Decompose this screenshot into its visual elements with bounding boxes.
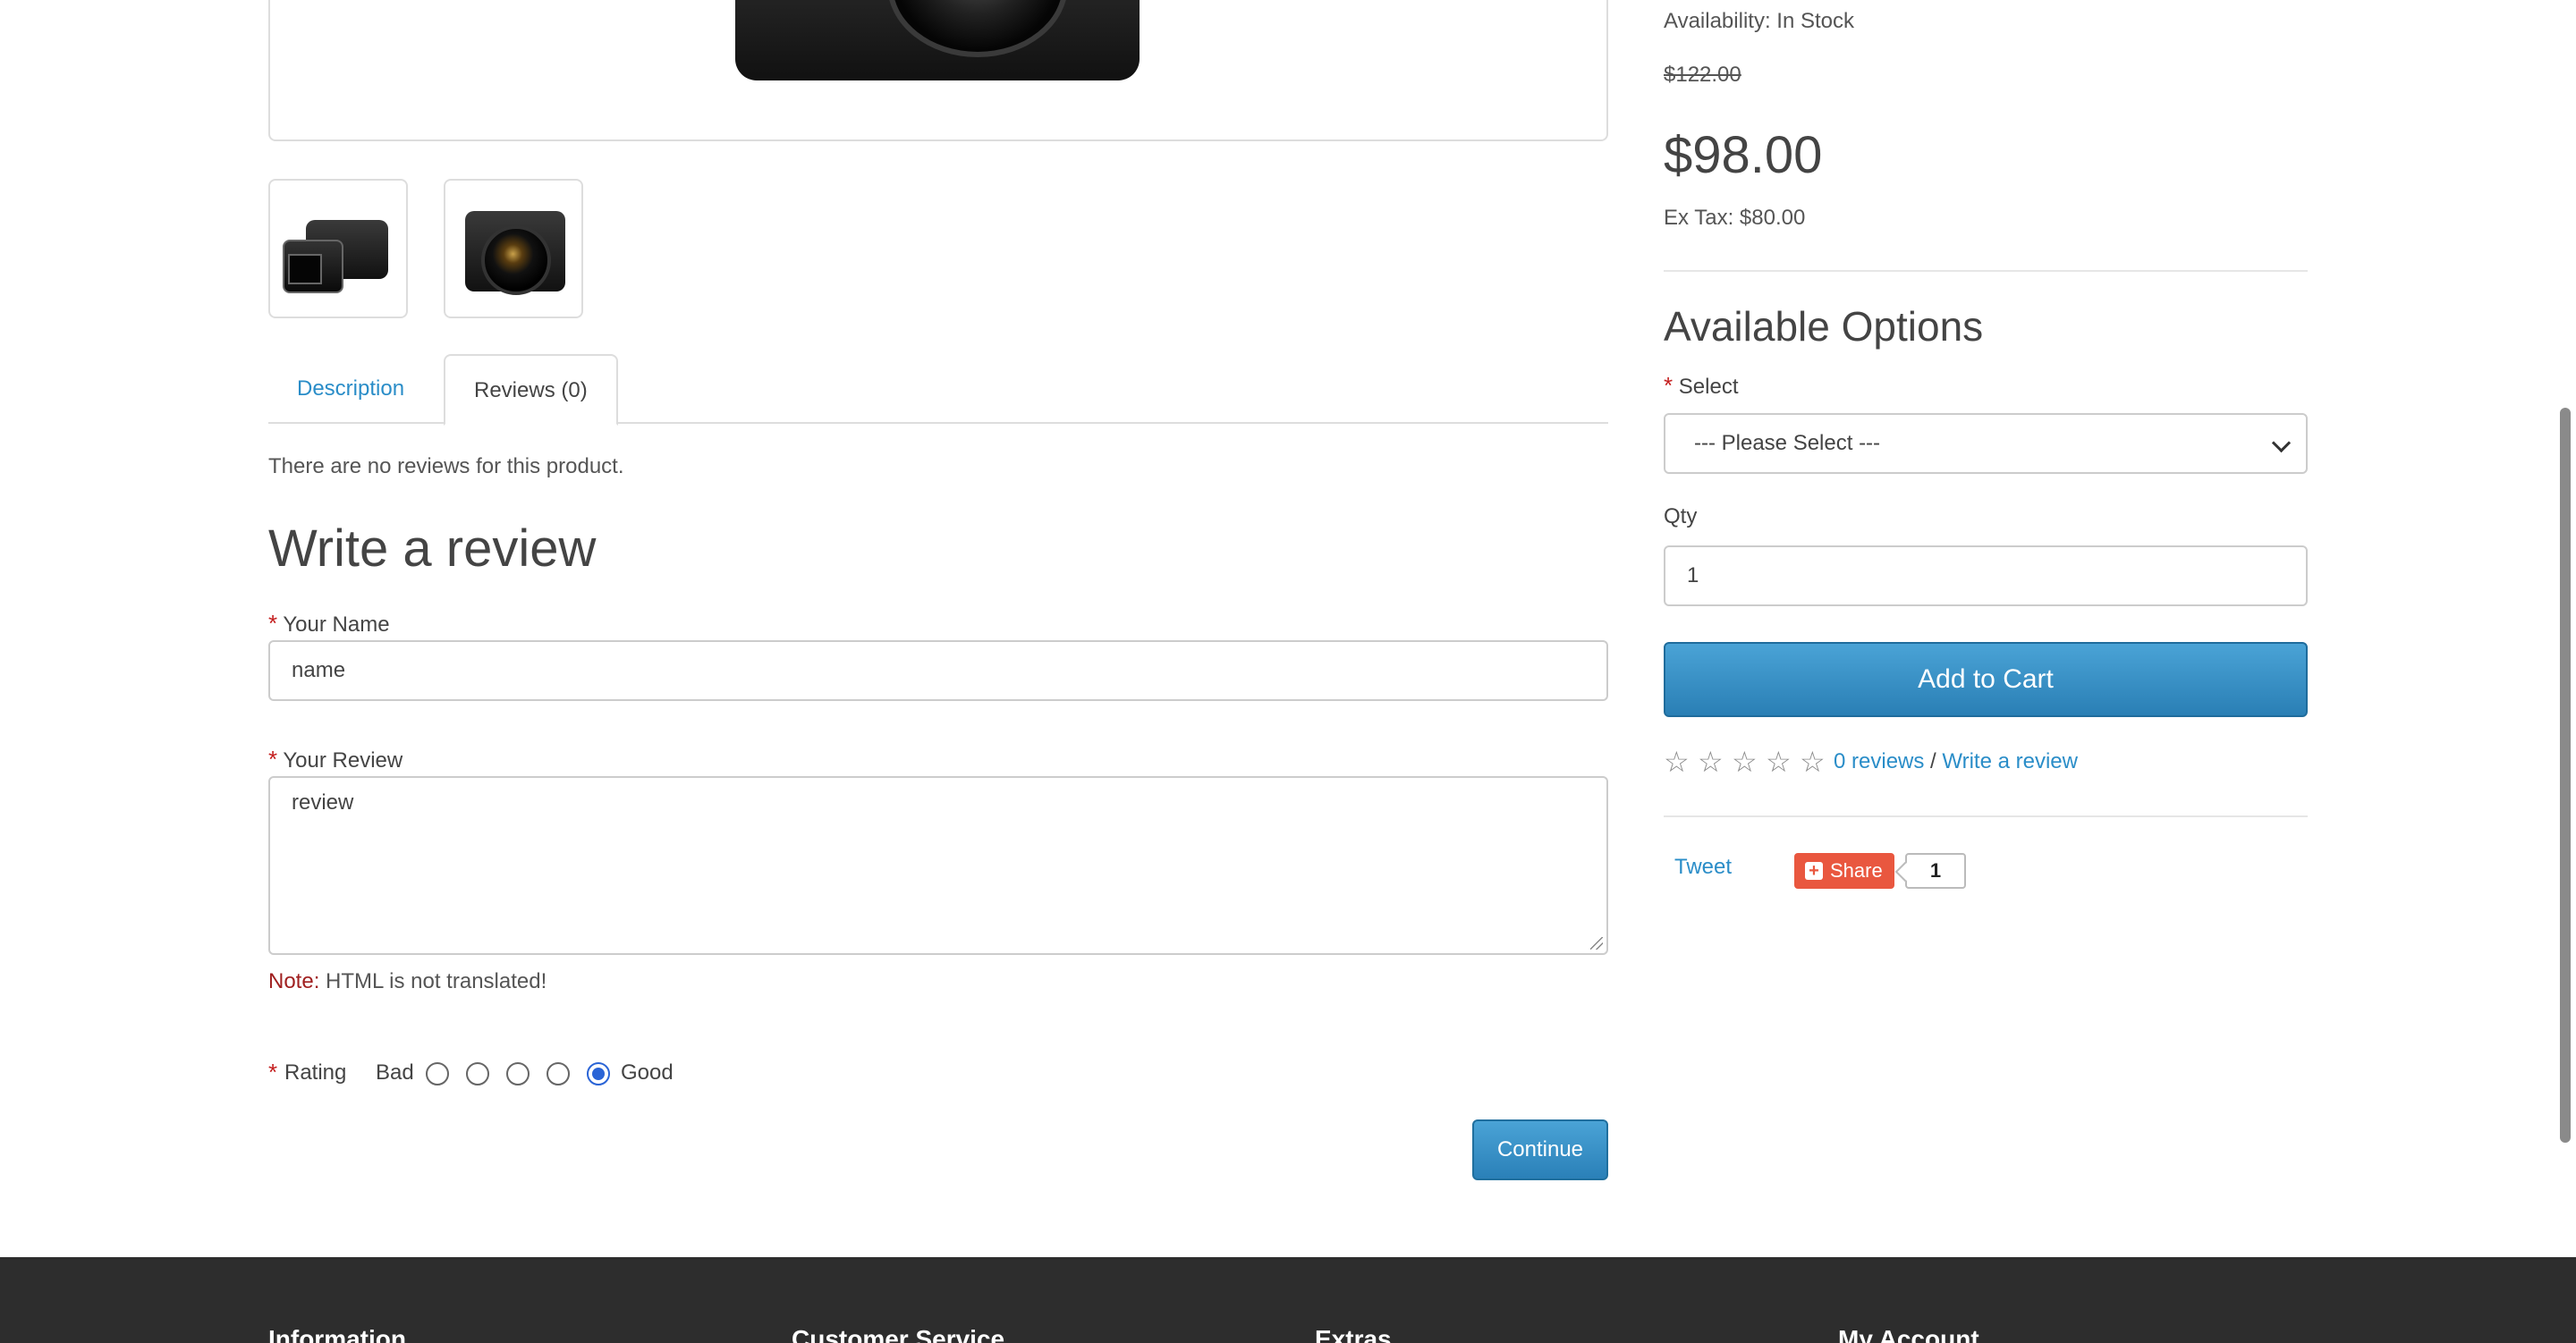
thumbnail-front-view[interactable] [444, 179, 583, 318]
rating-radio-5[interactable] [587, 1062, 610, 1085]
rating-bad-label: Bad [376, 1060, 414, 1085]
no-reviews-message: There are no reviews for this product. [268, 454, 624, 478]
note-text: HTML is not translated! [319, 969, 547, 993]
rating-label: Rating [284, 1060, 347, 1085]
review-text: review [292, 790, 354, 815]
tab-reviews[interactable]: Reviews (0) [444, 354, 618, 426]
write-review-link[interactable]: Write a review [1942, 749, 2078, 773]
chevron-down-icon [2271, 433, 2292, 453]
rating-radio-4[interactable] [547, 1062, 570, 1085]
main-product-image[interactable] [268, 0, 1608, 141]
old-price: $122.00 [1664, 63, 1741, 87]
resize-handle-icon[interactable] [1590, 937, 1603, 950]
select-label: Select [1678, 375, 1739, 399]
price: $98.00 [1664, 126, 1823, 184]
product-page: Description Reviews (0) There are no rev… [0, 0, 2576, 1343]
available-options-heading: Available Options [1664, 303, 1984, 350]
thumbnail-back-view[interactable] [268, 179, 408, 318]
option-select-value: --- Please Select --- [1694, 431, 1881, 455]
select-label-row: * Select [1664, 372, 1739, 400]
camera-screen-graphic [288, 254, 322, 284]
footer-heading-extras: Extras [1315, 1325, 1392, 1343]
required-marker: * [268, 610, 278, 637]
note-label: Note: [268, 969, 320, 993]
scrollbar-thumb[interactable] [2560, 408, 2571, 1143]
footer-heading-information: Information [268, 1325, 406, 1343]
footer-heading-customer-service: Customer Service [792, 1325, 1005, 1343]
rating-radio-1[interactable] [426, 1062, 449, 1085]
camera-lens-graphic [887, 0, 1068, 57]
ex-tax-price: Ex Tax: $80.00 [1664, 206, 1806, 230]
add-to-cart-button[interactable]: Add to Cart [1664, 642, 2308, 717]
rating-good-label: Good [621, 1060, 674, 1085]
tab-description[interactable]: Description [268, 354, 433, 424]
divider [1664, 815, 2308, 817]
rating-radio-3[interactable] [506, 1062, 530, 1085]
star-empty-icon: ☆ [1766, 746, 1792, 778]
review-label-row: * Your Review [268, 746, 402, 773]
required-marker: * [1664, 372, 1674, 399]
html-note: Note: HTML is not translated! [268, 969, 547, 994]
share-count-badge: 1 [1905, 853, 1966, 889]
product-tabs: Description Reviews (0) [268, 354, 1608, 426]
reviews-links: 0 reviews / Write a review [1834, 749, 2078, 774]
footer: Information Customer Service Extras My A… [0, 1257, 2576, 1343]
option-select[interactable]: --- Please Select --- [1664, 413, 2308, 474]
camera-image [735, 0, 1140, 80]
write-review-heading: Write a review [268, 519, 597, 578]
star-empty-icon: ☆ [1698, 746, 1724, 778]
qty-label: Qty [1664, 504, 1698, 528]
review-label: Your Review [283, 748, 403, 773]
name-label: Your Name [283, 612, 390, 637]
plus-icon: + [1805, 862, 1823, 880]
share-button[interactable]: + Share [1794, 853, 1894, 889]
required-marker: * [268, 746, 278, 773]
availability-text: Availability: In Stock [1664, 9, 1854, 33]
link-separator: / [1930, 749, 1936, 773]
name-input[interactable]: name [268, 640, 1608, 701]
tweet-button[interactable]: Tweet [1674, 855, 1732, 880]
reviews-count-link[interactable]: 0 reviews [1834, 749, 1924, 773]
divider [1664, 270, 2308, 272]
footer-heading-my-account: My Account [1838, 1325, 1979, 1343]
share-label: Share [1830, 859, 1883, 882]
review-textarea[interactable]: review [268, 776, 1608, 955]
star-empty-icon: ☆ [1800, 746, 1826, 778]
continue-button[interactable]: Continue [1472, 1119, 1608, 1180]
camera-lens-graphic [481, 225, 551, 295]
star-empty-icon: ☆ [1732, 746, 1758, 778]
qty-input[interactable]: 1 [1664, 545, 2308, 606]
required-marker: * [268, 1059, 278, 1085]
rating-radio-2[interactable] [466, 1062, 489, 1085]
name-label-row: * Your Name [268, 610, 390, 638]
star-empty-icon: ☆ [1664, 746, 1690, 778]
